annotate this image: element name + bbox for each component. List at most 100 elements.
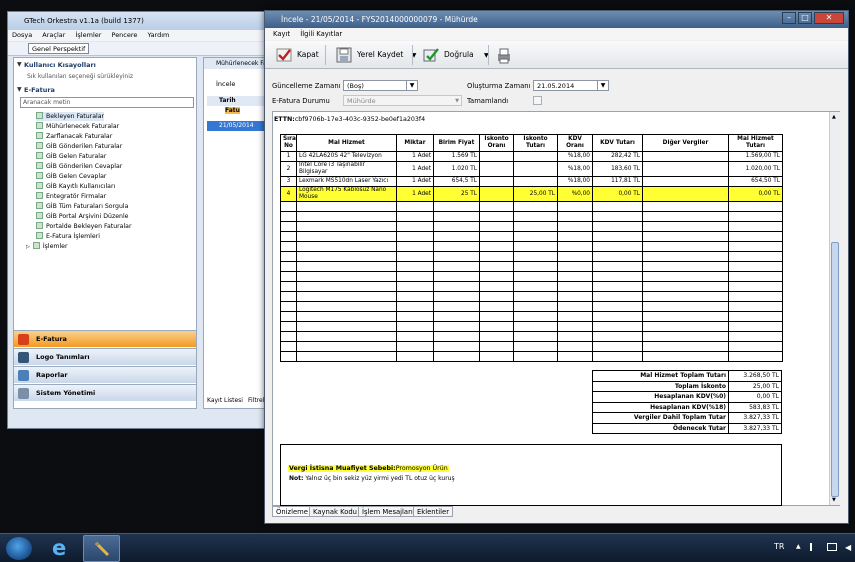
cell-birim-fiyat: 654,5 TL	[433, 176, 480, 187]
cell-kdv-orani: %0,00	[557, 186, 593, 202]
maximize-icon[interactable]: □	[798, 12, 812, 24]
scroll-up-icon[interactable]: ▲	[832, 114, 836, 120]
network-icon[interactable]	[827, 543, 837, 551]
flag-icon[interactable]	[810, 543, 819, 551]
empty-cell	[396, 321, 434, 332]
empty-cell	[296, 321, 397, 332]
tab-eklentiler[interactable]: Eklentiler	[413, 506, 454, 517]
cell-kdv-orani: %18,00	[557, 161, 593, 177]
incele-button[interactable]: İncele	[216, 80, 235, 88]
menu-ilgili-kayitlar[interactable]: İlgili Kayıtlar	[300, 30, 342, 38]
nav-item-gib-portal-arsiv[interactable]: GİB Portal Arşivini Düzenle	[36, 212, 128, 221]
empty-table-row	[280, 251, 783, 262]
header-tarih[interactable]: Tarih	[219, 97, 236, 104]
close-icon[interactable]: ✕	[814, 12, 844, 24]
bg-menu-yardim[interactable]: Yardım	[148, 31, 170, 39]
logo-tanimlari-button[interactable]: Logo Tanımları	[14, 348, 196, 365]
update-time-select[interactable]: (Boş) ▼	[343, 80, 418, 91]
list-row-selected[interactable]: 21/05/2014 FYS	[207, 121, 264, 139]
cell-birim-fiyat: 1.020 TL	[433, 161, 480, 177]
header-fatura[interactable]: Fatu	[225, 107, 240, 114]
empty-cell	[642, 341, 729, 352]
empty-cell	[433, 321, 480, 332]
local-save-button[interactable]: Yerel Kaydet ▼	[333, 44, 416, 66]
taskbar-app-button[interactable]	[83, 535, 120, 562]
vertical-scrollbar[interactable]: ▲ ▼	[829, 112, 840, 505]
empty-cell	[592, 271, 643, 282]
efatura-section-header[interactable]: ▼ E-Fatura	[14, 85, 196, 95]
created-time-label: Oluşturma Zamanı	[467, 82, 531, 90]
verify-button[interactable]: Doğrula ▼	[420, 44, 489, 66]
scroll-down-icon[interactable]: ▼	[832, 497, 836, 503]
nav-item-entegrator[interactable]: Entegratör Firmalar	[36, 192, 106, 201]
scrollbar-thumb[interactable]	[831, 242, 839, 497]
tab-islem-mesajlari[interactable]: İşlem Mesajları	[358, 506, 417, 517]
perspective-button[interactable]: Genel Perspektif	[28, 43, 90, 54]
col-iskonto-orani: İskonto Oranı	[479, 134, 514, 152]
empty-cell	[642, 251, 729, 262]
nav-item-gib-kayitli[interactable]: GİB Kayıtlı Kullanıcıları	[36, 182, 115, 191]
bg-menu-araclar[interactable]: Araçlar	[42, 31, 65, 39]
nav-item-islemler[interactable]: ▷ İşlemler	[26, 242, 68, 252]
totals-value: 583,83 TL	[728, 401, 782, 413]
tab-kaynak-kodu[interactable]: Kaynak Kodu	[309, 506, 361, 517]
bg-menu-pencere[interactable]: Pencere	[112, 31, 138, 39]
tab-onizleme[interactable]: Önizleme	[272, 506, 312, 517]
totals-value: 0,00 TL	[728, 391, 782, 403]
nav-item-portalde-bekleyen[interactable]: Portalde Bekleyen Faturalar	[36, 222, 132, 231]
nav-item-gib-gonderilen-cevaplar[interactable]: GİB Gönderilen Cevaplar	[36, 162, 122, 171]
admin-user-icon	[18, 388, 29, 399]
empty-cell	[296, 281, 397, 292]
empty-cell	[728, 331, 783, 342]
empty-table-row	[280, 211, 783, 222]
empty-cell	[592, 351, 643, 362]
empty-cell	[642, 351, 729, 362]
tray-expand-icon[interactable]: ▲	[796, 543, 801, 550]
nav-item-muhurlenecek[interactable]: Mühürlenecek Faturalar	[36, 122, 119, 131]
taskbar: e TR ▲ ◀	[0, 533, 855, 562]
col-sira-no: Sıra No	[280, 134, 297, 152]
nav-item-gib-gelen-cevaplar[interactable]: GİB Gelen Cevaplar	[36, 172, 106, 181]
empty-cell	[433, 231, 480, 242]
empty-cell	[513, 341, 558, 352]
empty-table-row	[280, 281, 783, 292]
table-row: 3 Lexmark MS510dn Laser Yazıcı 1 Adet 654,5…	[280, 176, 783, 187]
start-button[interactable]	[6, 537, 32, 560]
empty-cell	[557, 241, 593, 252]
empty-cell	[557, 351, 593, 362]
empty-cell	[513, 321, 558, 332]
raporlar-button[interactable]: Raporlar	[14, 366, 196, 383]
printer-icon[interactable]	[495, 47, 513, 65]
nav-item-zarflanacak[interactable]: Zarflanacak Faturalar	[36, 132, 112, 141]
list-tab-title[interactable]: Mühürlenecek Fa	[204, 58, 264, 69]
invoice-detail-dialog: İncele - 21/05/2014 - FYS2014000000079 -…	[264, 10, 849, 524]
bg-menu-dosya[interactable]: Dosya	[12, 31, 32, 39]
nav-item-gib-tum-faturalar[interactable]: GİB Tüm Faturaları Sorgula	[36, 202, 128, 211]
nav-item-gib-gonderilen[interactable]: GİB Gönderilen Faturalar	[36, 142, 122, 151]
close-record-button[interactable]: Kapat	[273, 44, 319, 66]
volume-icon[interactable]: ◀	[845, 543, 851, 552]
nav-item-gib-gelen[interactable]: GİB Gelen Faturalar	[36, 152, 106, 161]
cell-miktar: 1 Adet	[396, 161, 434, 177]
menu-kayit[interactable]: Kayıt	[273, 30, 290, 38]
efatura-nav-button[interactable]: E-Fatura	[14, 330, 196, 347]
empty-cell	[592, 311, 643, 322]
bg-menu-islemler[interactable]: İşlemler	[76, 31, 102, 39]
nav-search-input[interactable]: Aranacak metin	[20, 97, 194, 108]
user-shortcuts-header[interactable]: ▼ Kullanıcı Kısayolları	[14, 60, 196, 70]
empty-cell	[479, 211, 514, 222]
cell-kdv-orani: %18,00	[557, 176, 593, 187]
nav-item-bekleyen[interactable]: Bekleyen Faturalar	[36, 112, 105, 121]
empty-cell	[280, 351, 297, 362]
created-time-select[interactable]: 21.05.2014 ▼	[533, 80, 609, 91]
empty-table-row	[280, 341, 783, 352]
tab-kayit-listesi[interactable]: Kayıt Listesi	[207, 397, 243, 404]
minimize-icon[interactable]: –	[782, 12, 796, 24]
sistem-yonetimi-button[interactable]: Sistem Yönetimi	[14, 384, 196, 401]
nav-item-efatura-islemleri[interactable]: E-Fatura İşlemleri	[36, 232, 100, 241]
language-indicator[interactable]: TR	[774, 542, 784, 551]
search-icon	[36, 232, 43, 239]
table-header-row: Sıra No Mal Hizmet Miktar Birim Fiyat İs…	[280, 134, 783, 152]
cell-miktar: 1 Adet	[396, 151, 434, 162]
internet-explorer-icon[interactable]: e	[52, 538, 74, 559]
